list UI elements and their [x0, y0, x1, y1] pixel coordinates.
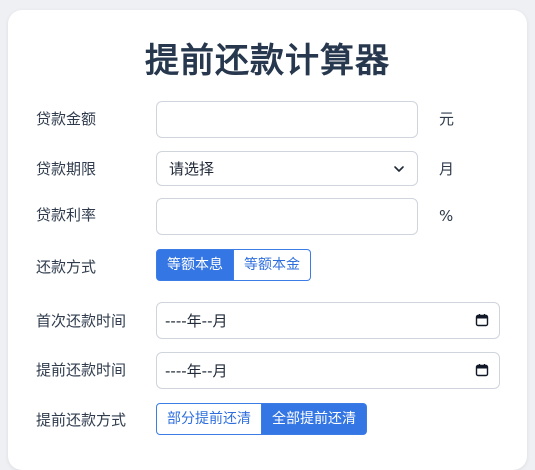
full-prepayment-button[interactable]: 全部提前还清: [262, 403, 367, 435]
first-repayment-date-input[interactable]: ----年--月: [156, 302, 500, 339]
first-repayment-date-value: ----年--月: [165, 312, 228, 330]
prepayment-date-input[interactable]: ----年--月: [156, 352, 500, 389]
calendar-icon[interactable]: [475, 363, 489, 377]
first-repayment-date-label: 首次还款时间: [36, 312, 127, 330]
interest-rate-label: 贷款利率: [36, 206, 97, 224]
equal-principal-button[interactable]: 等额本金: [234, 249, 311, 281]
prepayment-date-value: ----年--月: [165, 362, 228, 380]
loan-amount-unit: 元: [439, 110, 455, 128]
repayment-method-label: 还款方式: [36, 258, 97, 276]
loan-term-unit: 月: [439, 160, 455, 178]
interest-rate-unit: %: [439, 207, 454, 225]
loan-term-label: 贷款期限: [36, 160, 97, 178]
equal-installment-button[interactable]: 等额本息: [156, 249, 234, 281]
page-title: 提前还款计算器: [145, 41, 390, 81]
prepayment-method-label: 提前还款方式: [36, 411, 127, 429]
prepayment-method-toggle: 部分提前还清 全部提前还清: [156, 403, 367, 435]
loan-amount-label: 贷款金额: [36, 110, 97, 128]
calendar-icon[interactable]: [475, 313, 489, 327]
repayment-method-toggle: 等额本息 等额本金: [156, 249, 311, 281]
loan-amount-input[interactable]: [156, 101, 418, 138]
chevron-down-icon: [394, 166, 404, 172]
loan-term-selected: 请选择: [169, 160, 215, 178]
interest-rate-input[interactable]: [156, 198, 418, 235]
prepayment-date-label: 提前还款时间: [36, 361, 127, 379]
loan-term-select[interactable]: 请选择: [156, 151, 418, 186]
partial-prepayment-button[interactable]: 部分提前还清: [156, 403, 262, 435]
